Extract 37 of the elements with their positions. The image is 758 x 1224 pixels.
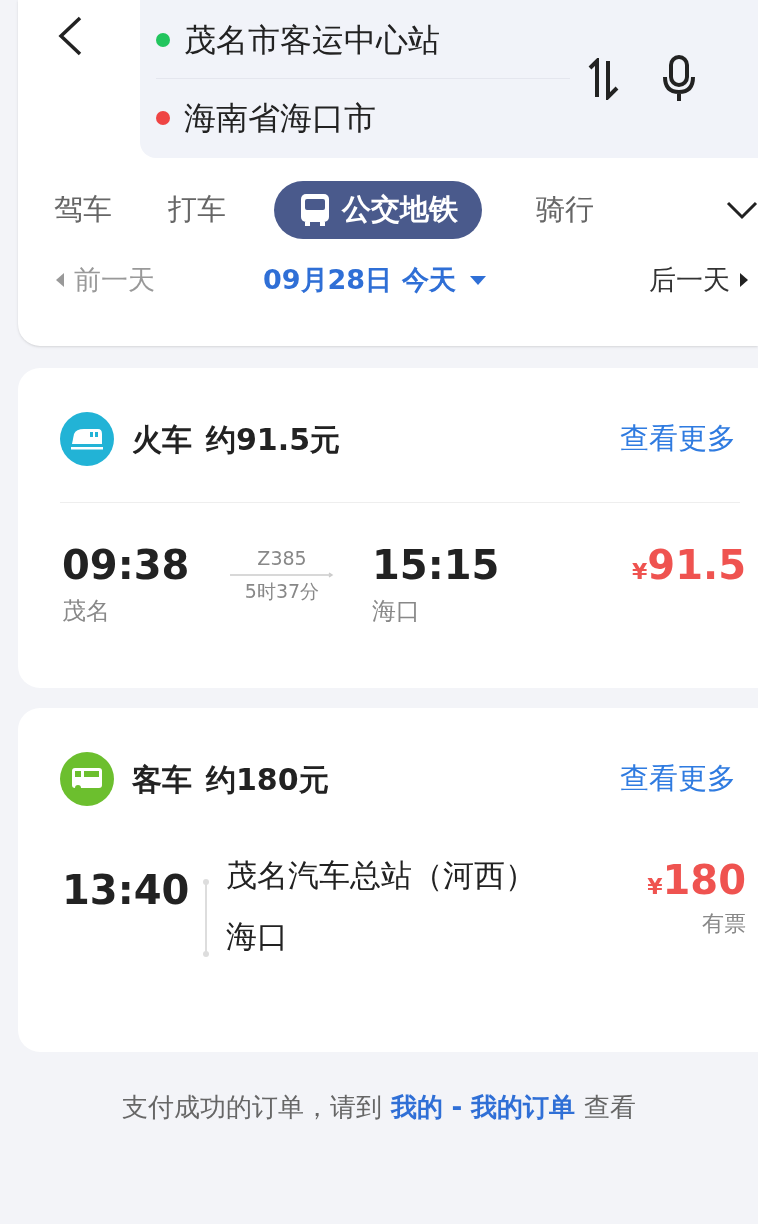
see-more-link[interactable]: 查看更多 bbox=[620, 417, 736, 461]
chevron-down-icon[interactable] bbox=[726, 200, 758, 220]
train-number: Z385 bbox=[257, 549, 307, 568]
duration: 5时37分 bbox=[244, 582, 320, 601]
price: ¥180 bbox=[647, 860, 746, 903]
price-estimate: 约180元 bbox=[206, 760, 329, 799]
mode-tab[interactable]: 驾车 bbox=[54, 188, 112, 232]
arrival-time: 15:15 bbox=[372, 545, 500, 585]
price: ¥91.5 bbox=[632, 545, 746, 588]
right-triangle-icon bbox=[740, 273, 748, 288]
date-selector[interactable]: 09月28日 今天 bbox=[263, 260, 486, 301]
destination-field[interactable]: 海南省海口市 bbox=[184, 94, 376, 142]
mode-tab[interactable]: 骑行 bbox=[536, 188, 594, 232]
origin-field[interactable]: 茂名市客运中心站 bbox=[184, 15, 440, 64]
departure-time: 13:40 bbox=[62, 870, 191, 910]
order-hint: 支付成功的订单，请到 我的 - 我的订单 查看 bbox=[121, 1091, 637, 1124]
price-estimate: 约91.5元 bbox=[206, 420, 341, 459]
train-icon bbox=[60, 412, 114, 466]
next-day-button[interactable]: 后一天 bbox=[649, 260, 748, 301]
mode-tab[interactable]: 公交地铁 bbox=[274, 181, 482, 239]
bus-icon bbox=[298, 192, 332, 228]
section-title: 火车 bbox=[132, 420, 192, 459]
microphone-icon[interactable] bbox=[662, 55, 696, 103]
ticket-availability: 有票 bbox=[702, 910, 746, 938]
back-icon[interactable] bbox=[56, 15, 84, 57]
arrival-station: 海口 bbox=[226, 921, 289, 952]
departure-station: 茂名 bbox=[62, 596, 111, 627]
dropdown-triangle-icon bbox=[469, 275, 486, 285]
section-title: 客车 bbox=[132, 760, 192, 799]
my-orders-link[interactable]: 我的 - 我的订单 bbox=[390, 1092, 576, 1122]
left-triangle-icon bbox=[56, 273, 64, 288]
coach-icon bbox=[60, 752, 114, 806]
see-more-link[interactable]: 查看更多 bbox=[620, 757, 736, 801]
arrival-station: 海口 bbox=[372, 596, 421, 627]
departure-time: 09:38 bbox=[62, 545, 191, 585]
departure-station: 茂名汽车总站（河西） bbox=[226, 860, 536, 891]
mode-tab[interactable]: 打车 bbox=[168, 188, 226, 232]
